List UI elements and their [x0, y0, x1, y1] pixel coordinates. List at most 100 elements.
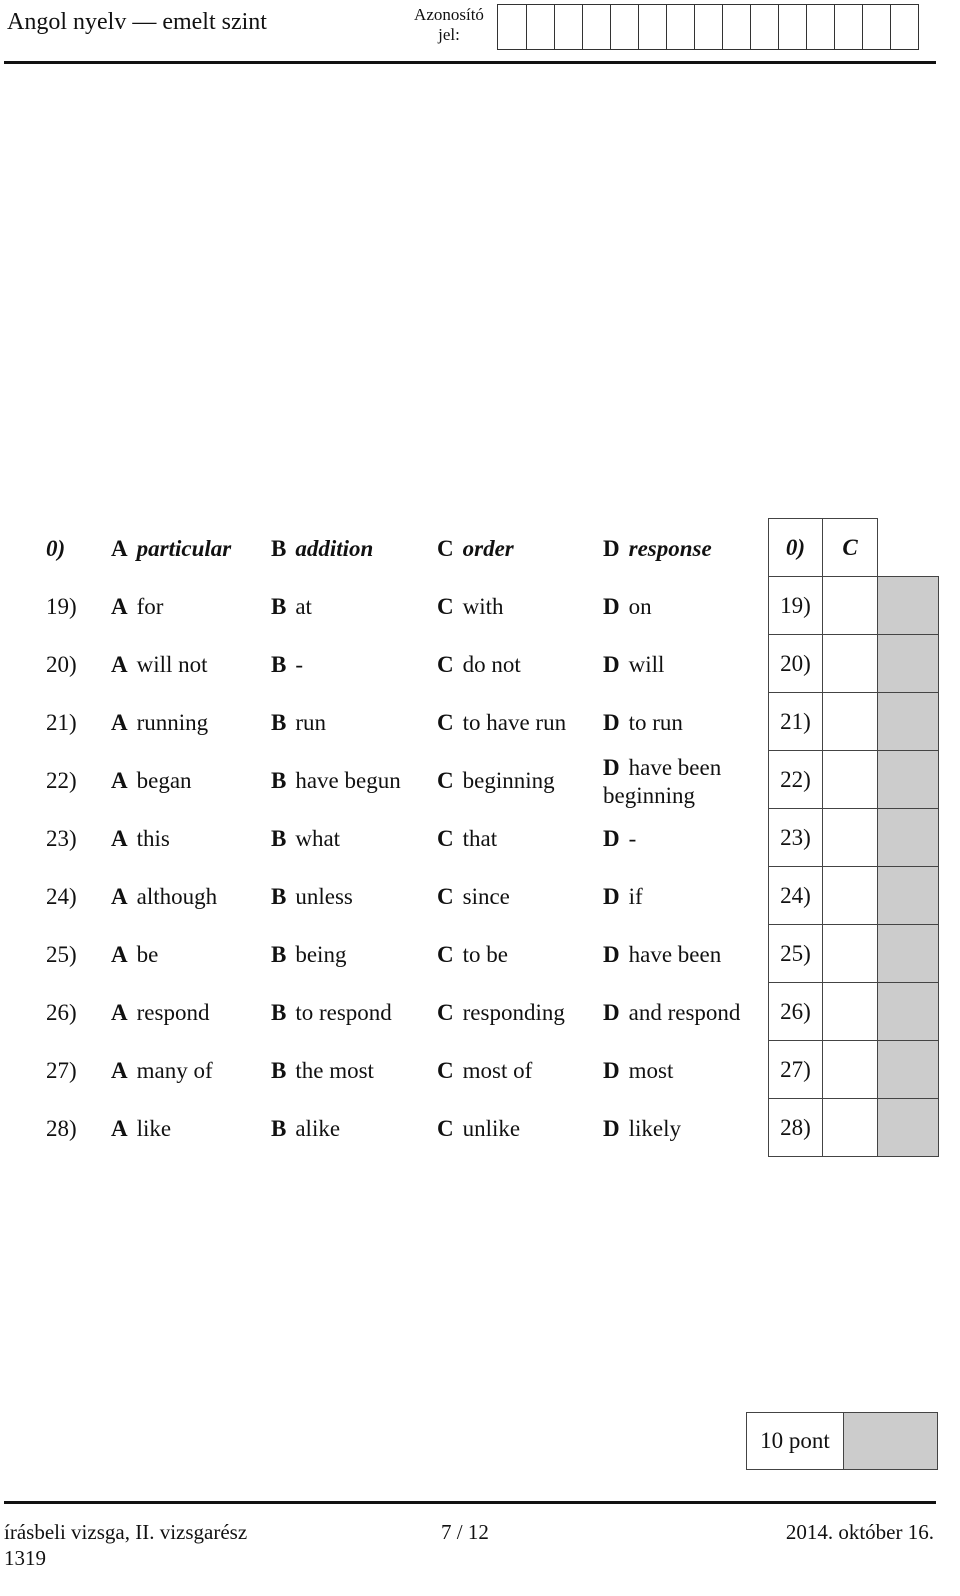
option-text: with: [462, 594, 504, 619]
id-cell[interactable]: [526, 5, 554, 49]
option-text: respond: [136, 1000, 210, 1025]
id-cell[interactable]: [498, 5, 526, 49]
option-d: Dand respond: [603, 984, 740, 1042]
option-text: the most: [295, 1058, 374, 1083]
option-c: Cresponding: [437, 984, 565, 1042]
header-title: Angol nyelv — emelt szint: [7, 9, 267, 35]
id-cell[interactable]: [890, 5, 918, 49]
option-c: Cto have run: [437, 694, 566, 752]
option-text: likely: [628, 1116, 682, 1141]
option-letter: C: [437, 1000, 454, 1025]
option-letter: A: [111, 1058, 128, 1083]
option-text: and respond: [628, 1000, 741, 1025]
option-text: many of: [136, 1058, 213, 1083]
footer-date: 2014. október 16.: [785, 1520, 934, 1544]
option-text: running: [136, 710, 209, 735]
option-letter: A: [111, 594, 128, 619]
id-cell[interactable]: [778, 5, 806, 49]
answer-cell[interactable]: [822, 634, 878, 693]
option-letter: B: [271, 884, 287, 909]
answer-cell[interactable]: [822, 692, 878, 751]
option-b: Balike: [271, 1100, 340, 1158]
option-letter: C: [437, 1058, 454, 1083]
answer-grid-example-answer: C: [822, 518, 878, 577]
question-number: 25): [46, 942, 77, 967]
score-field[interactable]: [844, 1412, 938, 1470]
option-letter: C: [437, 594, 454, 619]
example-option-a: Aparticular: [111, 520, 231, 578]
id-cell[interactable]: [750, 5, 778, 49]
option-letter: A: [111, 710, 128, 735]
option-text: do not: [462, 652, 521, 677]
option-text: began: [136, 768, 192, 793]
id-cell[interactable]: [834, 5, 862, 49]
option-letter: D: [603, 710, 620, 735]
answer-cell[interactable]: [822, 866, 878, 925]
option-a: Arespond: [111, 984, 209, 1042]
option-c: Cto be: [437, 926, 508, 984]
option-text: what: [295, 826, 341, 851]
option-a: Awill not: [111, 636, 208, 694]
answer-cell[interactable]: [822, 1098, 878, 1157]
score-cell: [877, 808, 939, 867]
option-letter: D: [603, 652, 620, 677]
option-letter: C: [437, 768, 454, 793]
option-letter: B: [271, 536, 287, 561]
answer-grid-number: 20): [768, 634, 823, 693]
option-a: Abe: [111, 926, 158, 984]
option-letter: A: [111, 652, 128, 677]
option-c: Cbeginning: [437, 752, 555, 810]
option-d: D-: [603, 810, 636, 868]
question-row: 27) Amany of Bthe most Cmost of Dmost: [0, 1042, 760, 1100]
id-cell[interactable]: [694, 5, 722, 49]
id-cell[interactable]: [862, 5, 890, 49]
score-cell: [877, 750, 939, 809]
answer-cell[interactable]: [822, 576, 878, 635]
score-cell: [877, 576, 939, 635]
answer-cell[interactable]: [822, 808, 878, 867]
question-row: 23) Athis Bwhat Cthat D -: [0, 810, 760, 868]
option-text: responding: [462, 1000, 565, 1025]
option-text: will: [628, 652, 665, 677]
option-letter: A: [111, 1116, 128, 1141]
id-cell[interactable]: [610, 5, 638, 49]
answer-cell[interactable]: [822, 750, 878, 809]
option-text: to respond: [295, 1000, 392, 1025]
question-row: 22) Abegan Bhave begun Cbeginning Dhave been…: [0, 752, 760, 810]
score-cell: [877, 692, 939, 751]
id-cell[interactable]: [554, 5, 582, 49]
option-b: Bto respond: [271, 984, 392, 1042]
question-number: 20): [46, 652, 77, 677]
option-a: Arunning: [111, 694, 208, 752]
id-cell[interactable]: [722, 5, 750, 49]
answer-grid-number: 23): [768, 808, 823, 867]
id-cell[interactable]: [638, 5, 666, 49]
id-box[interactable]: [497, 4, 919, 50]
footer-rule: [4, 1501, 936, 1504]
score-cell: [877, 866, 939, 925]
answer-cell[interactable]: [822, 924, 878, 983]
option-letter: D: [603, 755, 620, 780]
option-letter: D: [603, 536, 620, 561]
id-cell[interactable]: [582, 5, 610, 49]
answer-grid-number: 25): [768, 924, 823, 983]
option-d: Dif: [603, 868, 643, 926]
option-d: Dhave been beginning: [603, 752, 760, 812]
id-cell[interactable]: [666, 5, 694, 49]
id-cell[interactable]: [806, 5, 834, 49]
option-d: Don: [603, 578, 652, 636]
answer-cell[interactable]: [822, 1040, 878, 1099]
footer-exam-part: írásbeli vizsga, II. vizsgarész: [4, 1520, 248, 1544]
score-cell: [877, 1040, 939, 1099]
question-number: 28): [46, 1116, 77, 1141]
option-text: will not: [136, 652, 208, 677]
option-text: unlike: [462, 1116, 521, 1141]
question-row: 21) Arunning Brun Cto have run Dto run: [0, 694, 760, 752]
option-text: unless: [295, 884, 353, 909]
option-letter: A: [111, 884, 128, 909]
example-option-d: Dresponse: [603, 520, 712, 578]
option-b: Bhave begun: [271, 752, 401, 810]
answer-cell[interactable]: [822, 982, 878, 1041]
id-label-line1: Azonosító: [414, 5, 484, 24]
question-row: 24) Aalthough Bunless Csince Dif: [0, 868, 760, 926]
